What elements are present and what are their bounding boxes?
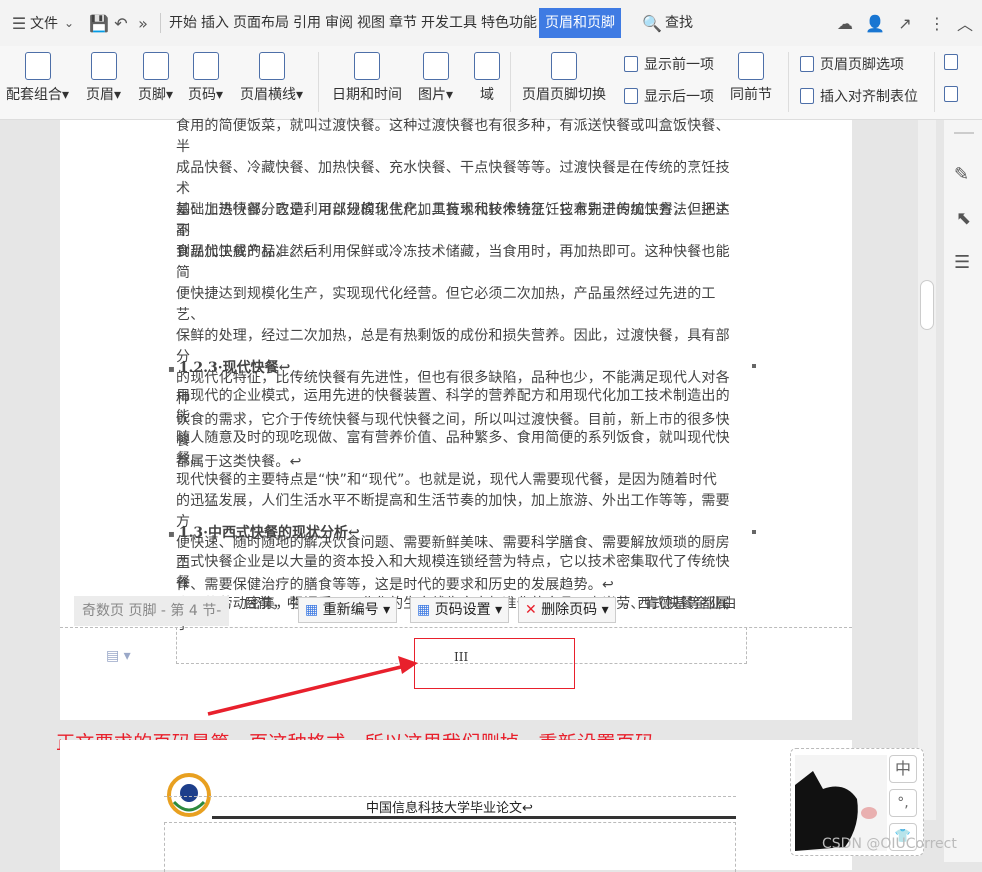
- header-rule: [212, 816, 736, 819]
- drag-handle[interactable]: [954, 132, 974, 134]
- pointer-icon[interactable]: ⬉: [956, 208, 971, 229]
- body-boundary: [164, 822, 736, 872]
- page-header-title: 中国信息科技大学毕业论文↩: [366, 801, 533, 816]
- university-logo: [167, 773, 211, 817]
- vertical-scrollbar[interactable]: [918, 120, 936, 820]
- right-toolbar: ✎ ⬉ ☰: [944, 120, 982, 862]
- ime-chinese-button[interactable]: 中: [889, 755, 917, 783]
- pen-icon[interactable]: ✎: [954, 164, 969, 185]
- scroll-thumb[interactable]: [920, 280, 934, 330]
- watermark: CSDN @OIUCorrect: [822, 836, 957, 852]
- punctuation-button[interactable]: °,: [889, 789, 917, 817]
- settings-sliders-icon[interactable]: ☰: [954, 252, 970, 273]
